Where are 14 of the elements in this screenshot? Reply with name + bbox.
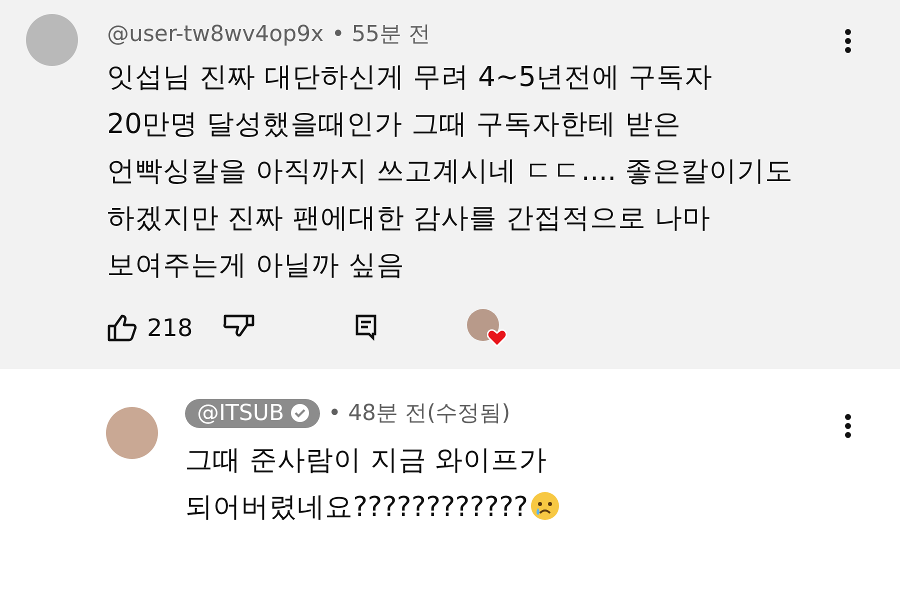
more-icon[interactable] <box>844 28 852 54</box>
crying-face-icon <box>530 491 560 521</box>
reply-icon[interactable] <box>354 314 377 342</box>
comment-author[interactable]: @user-tw8wv4op9x <box>107 22 324 46</box>
reply-time: • 48분 전(수정됨) <box>328 400 510 428</box>
reply-text-line: 되어버렸네요???????????? <box>185 491 528 523</box>
comment-time: • 55분 전 <box>332 21 431 49</box>
like-count: 218 <box>147 314 193 342</box>
creator-name-badge[interactable]: @ITSUB <box>185 398 320 428</box>
thumbs-up-icon[interactable] <box>107 314 139 342</box>
reply-text-line: 그때 준사람이 지금 와이프가 <box>185 444 548 476</box>
more-icon[interactable] <box>844 413 852 439</box>
creator-avatar <box>466 309 499 341</box>
comment-text: 잇섭님 진짜 대단하신게 무려 4~5년전에 구독자 20만명 달성했을때인가 그때 구독자한테 받은 언빡싱칼을 아직까지 쓰고계시네 ㄷㄷ.... 좋은칼이기도 하겠지만 진짜 팬에대한 감사를 간접적으로 나마 보여주는게 아닐까 싶음 <box>107 60 794 283</box>
